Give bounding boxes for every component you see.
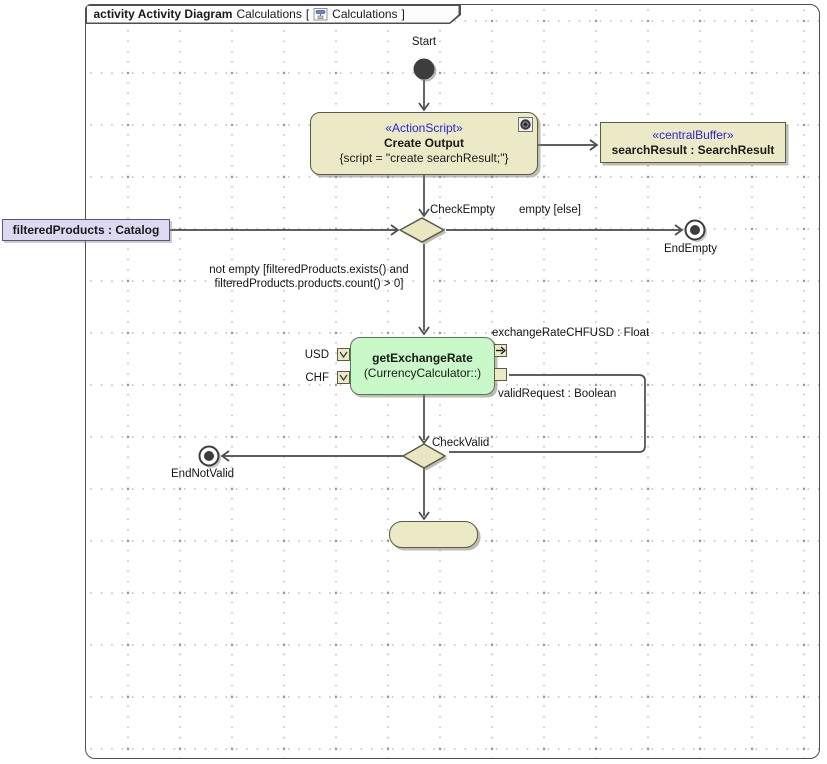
search-result-name: searchResult : SearchResult: [612, 143, 775, 158]
central-buffer-search-result[interactable]: «centralBuffer» searchResult : SearchRes…: [600, 122, 786, 163]
end-not-valid-node-core: [204, 451, 214, 461]
pin-valid-request-label[interactable]: validRequest : Boolean: [498, 388, 616, 401]
end-empty-label[interactable]: EndEmpty: [664, 243, 717, 256]
start-node[interactable]: [414, 59, 435, 80]
check-valid-label[interactable]: CheckValid: [432, 437, 489, 450]
action-get-exchange-rate[interactable]: getExchangeRate (CurrencyCalculator::): [350, 337, 495, 395]
frame-keyword: activity Activity Diagram: [94, 7, 233, 21]
diagram-canvas: activity Activity Diagram Calculations […: [0, 0, 827, 764]
frame-tab[interactable]: activity Activity Diagram Calculations […: [87, 6, 459, 23]
not-empty-guard-line2[interactable]: filteredProducts.products.count() > 0]: [192, 278, 426, 291]
input-pin-usd[interactable]: [337, 348, 350, 361]
pin-chf-label[interactable]: CHF: [296, 372, 329, 385]
output-pin-exchange-rate[interactable]: [494, 344, 507, 357]
create-output-stereotype: «ActionScript»: [385, 121, 462, 136]
pin-arrow-down-icon: [338, 349, 349, 360]
output-pin-valid-request[interactable]: [494, 368, 507, 381]
search-result-stereotype: «centralBuffer»: [652, 128, 733, 143]
filtered-products-label: filteredProducts : Catalog: [13, 221, 160, 240]
action-create-output[interactable]: «ActionScript» Create Output {script = "…: [310, 112, 538, 175]
create-output-name: Create Output: [384, 136, 464, 151]
not-empty-guard-line1[interactable]: not empty [filteredProducts.exists() and: [192, 264, 426, 277]
frame-diagram-name: Calculations: [332, 7, 397, 21]
object-node-filtered-products[interactable]: filteredProducts : Catalog: [2, 219, 170, 241]
pin-usd-label[interactable]: USD: [296, 349, 329, 362]
end-empty-node-core: [690, 225, 700, 235]
input-pin-chf[interactable]: [337, 371, 350, 384]
get-exchange-rate-name: getExchangeRate: [372, 351, 473, 366]
empty-else-guard-label[interactable]: empty [else]: [519, 204, 581, 217]
action-behavior-icon: [518, 117, 533, 132]
pin-arrow-down-icon: [338, 372, 349, 383]
end-not-valid-label[interactable]: EndNotValid: [171, 468, 234, 481]
get-exchange-rate-classifier: (CurrencyCalculator::): [364, 366, 481, 381]
check-empty-label[interactable]: CheckEmpty: [430, 204, 495, 217]
create-output-script: {script = "create searchResult;"}: [340, 151, 509, 166]
frame-bracket-close: ]: [402, 7, 405, 21]
pin-exchange-rate-label[interactable]: exchangeRateCHFUSD : Float: [492, 327, 649, 340]
frame-bracket-open: [: [306, 7, 309, 21]
activity-diagram-icon: [313, 7, 328, 21]
action-unnamed[interactable]: [389, 521, 478, 548]
start-label[interactable]: Start: [403, 36, 445, 49]
frame-context-name: Calculations: [236, 7, 301, 21]
decision-check-empty[interactable]: [400, 218, 444, 242]
pin-arrow-right-icon: [495, 345, 506, 356]
